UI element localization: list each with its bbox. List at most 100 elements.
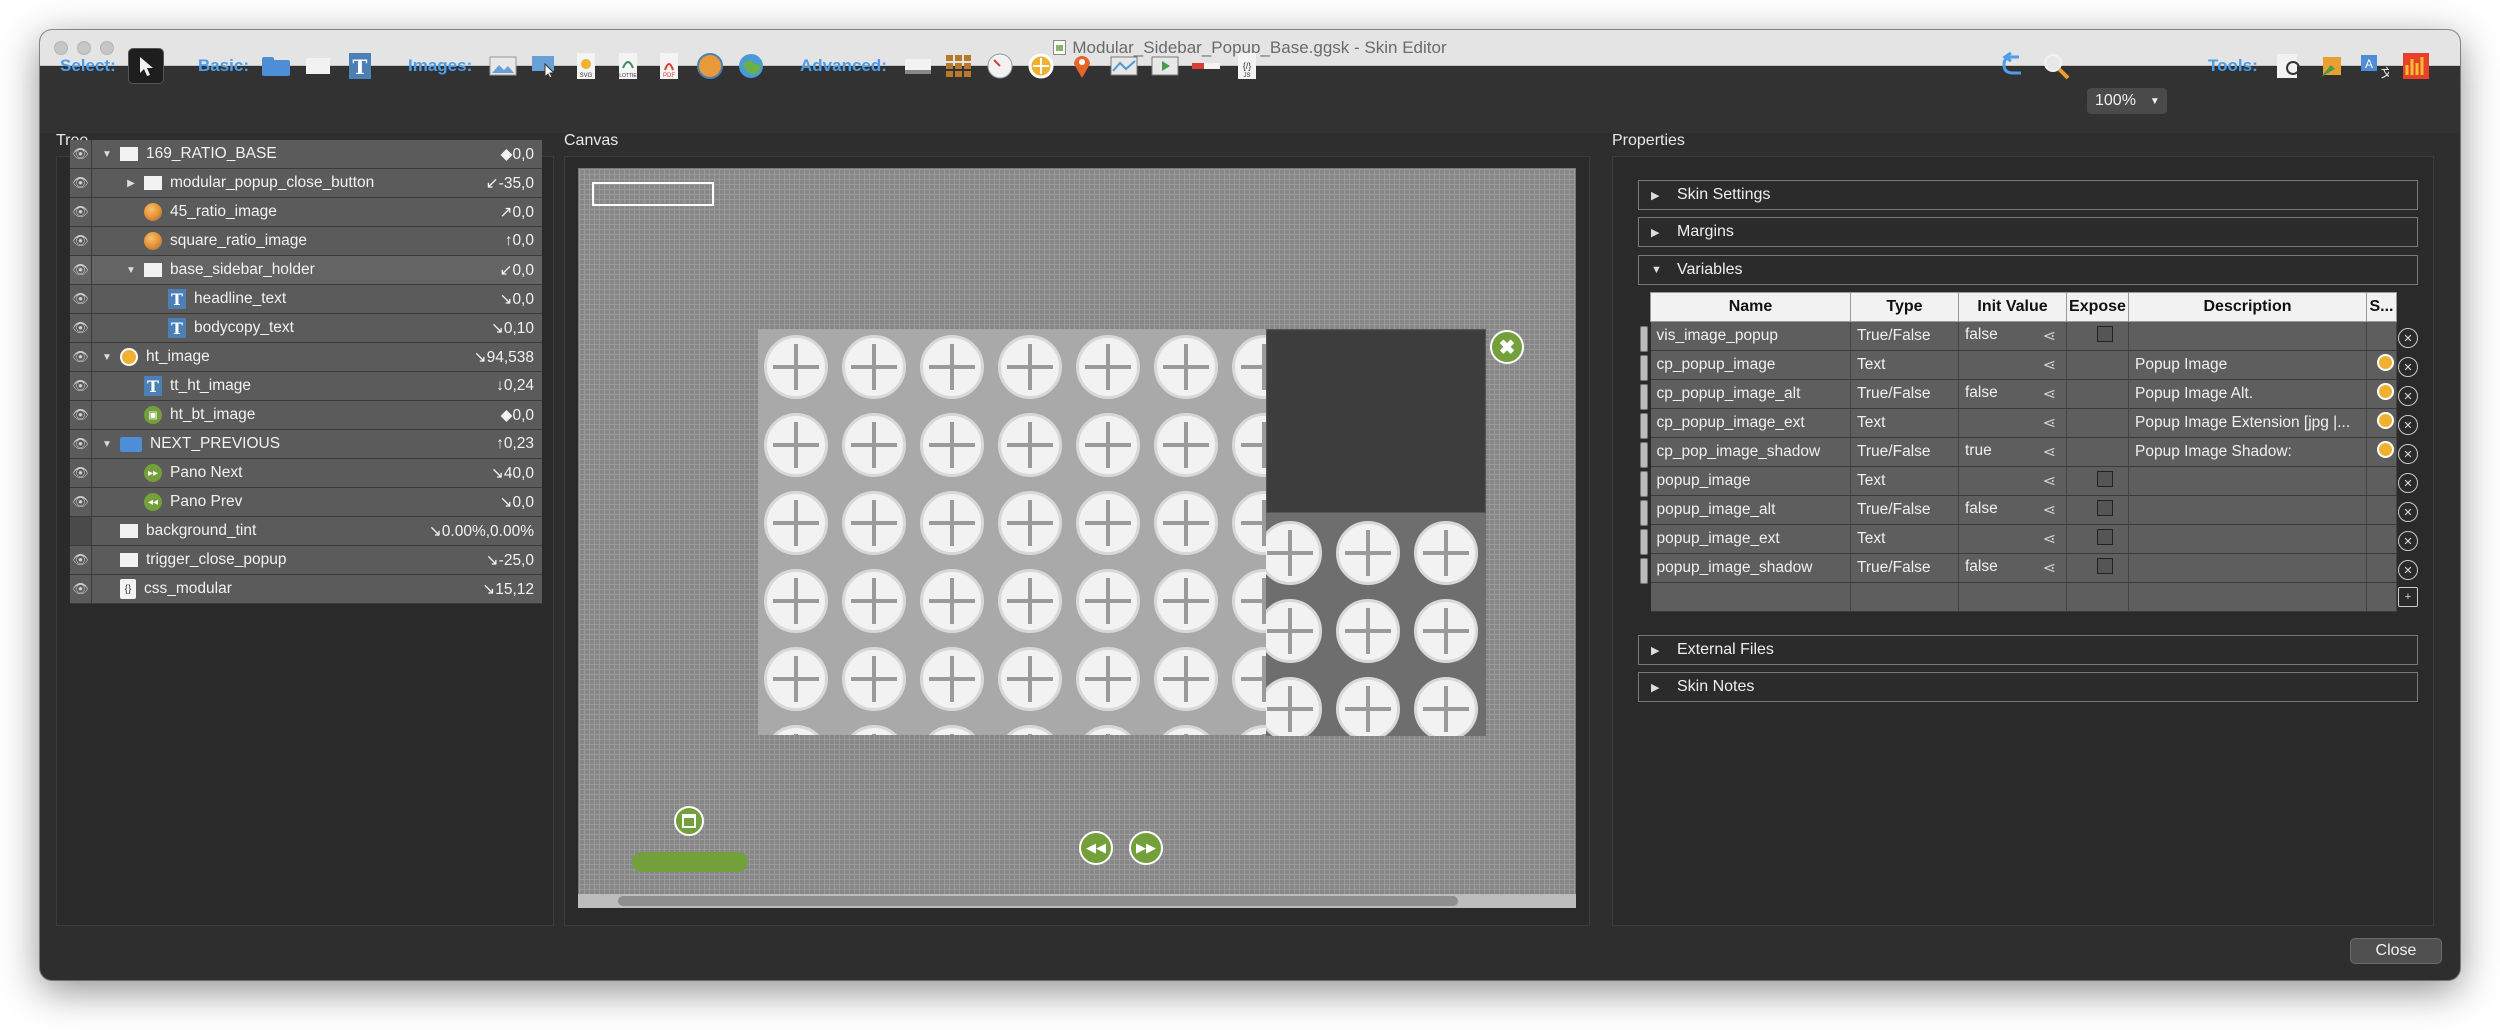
variable-row[interactable]: cp_popup_image Text ⋖ Popup Image [1650, 350, 2397, 380]
add-map-button[interactable] [733, 48, 769, 84]
variable-type-cell[interactable]: Text [1850, 466, 1959, 496]
variable-init-cell[interactable]: false ⋖ [1958, 553, 2067, 583]
variable-row[interactable]: popup_image Text ⋖ [1650, 466, 2397, 496]
tool-search-button[interactable] [2272, 48, 2308, 84]
expose-checkbox[interactable] [2097, 499, 2113, 516]
variable-status-cell[interactable] [2366, 350, 2397, 380]
add-cloner-button[interactable] [900, 48, 936, 84]
variable-type-cell[interactable]: True/False [1850, 321, 1959, 351]
share-icon[interactable]: ⋖ [2043, 355, 2056, 375]
add-lottie-button[interactable]: LOTTIE [610, 48, 646, 84]
eye-icon[interactable]: 👁 [70, 575, 92, 603]
add-grid-button[interactable] [941, 48, 977, 84]
ht-image-label-bar[interactable] [632, 852, 748, 872]
empty-cell[interactable] [1958, 582, 2067, 612]
variable-status-cell[interactable] [2366, 495, 2397, 525]
empty-cell[interactable] [2128, 582, 2367, 612]
variable-row[interactable]: cp_pop_image_shadow True/False true ⋖ Popup … [1650, 437, 2397, 467]
expose-checkbox[interactable] [2097, 528, 2113, 545]
drag-handle[interactable] [1640, 326, 1648, 352]
drag-handle[interactable] [1640, 384, 1648, 410]
column-header[interactable]: S... [2366, 292, 2397, 322]
add-variable-icon[interactable]: + [2398, 587, 2418, 607]
chevron-down-icon[interactable]: ▼ [100, 149, 114, 160]
variable-name-cell[interactable]: popup_image_shadow [1650, 553, 1851, 583]
scrollbar-thumb[interactable] [618, 896, 1458, 906]
variable-description-cell[interactable]: Popup Image Alt. [2128, 379, 2367, 409]
canvas-element-outline[interactable] [592, 182, 714, 206]
variable-type-cell[interactable]: True/False [1850, 553, 1959, 583]
variable-status-cell[interactable] [2366, 524, 2397, 554]
minimize-window-button[interactable] [77, 41, 91, 55]
section-variables[interactable]: ▼ Variables [1638, 255, 2418, 285]
delete-variable-icon[interactable]: ✕ [2398, 473, 2418, 493]
eye-icon[interactable]: 👁 [70, 198, 92, 226]
column-header[interactable]: Type [1850, 292, 1959, 322]
delete-variable-icon[interactable]: ✕ [2398, 357, 2418, 377]
column-header[interactable]: Init Value [1958, 292, 2067, 322]
tree-row[interactable]: 👁 ▼ ht_image ↘94,538 [70, 343, 542, 372]
add-image-button-tool[interactable] [527, 48, 563, 84]
eye-icon[interactable]: 👁 [70, 227, 92, 255]
variable-name-cell[interactable]: cp_popup_image_alt [1650, 379, 1851, 409]
column-header[interactable]: Description [2128, 292, 2367, 322]
drag-handle[interactable] [1640, 355, 1648, 381]
expose-checkbox[interactable] [2097, 325, 2113, 342]
variable-type-cell[interactable]: True/False [1850, 379, 1959, 409]
delete-variable-icon[interactable]: ✕ [2398, 415, 2418, 435]
variable-init-cell[interactable]: ⋖ [1958, 408, 2067, 438]
zoom-tool-button[interactable] [2038, 48, 2074, 84]
expose-checkbox[interactable] [2097, 557, 2113, 574]
share-icon[interactable]: ⋖ [2043, 558, 2056, 578]
variable-expose-cell[interactable] [2066, 321, 2129, 351]
chevron-down-icon[interactable]: ▼ [124, 265, 138, 276]
tree-row[interactable]: 👁 ◂◂ Pano Prev ↘0,0 [70, 488, 542, 517]
variable-row[interactable]: popup_image_shadow True/False false ⋖ [1650, 553, 2397, 583]
select-tool-button[interactable] [128, 48, 164, 84]
eye-icon[interactable]: 👁 [70, 430, 92, 458]
empty-cell[interactable] [2366, 582, 2397, 612]
new-variable-row[interactable] [1650, 582, 2397, 612]
delete-variable-icon[interactable]: ✕ [2398, 328, 2418, 348]
variable-row[interactable]: cp_popup_image_alt True/False false ⋖ Popup … [1650, 379, 2397, 409]
variable-name-cell[interactable]: cp_popup_image_ext [1650, 408, 1851, 438]
variable-expose-cell[interactable] [2066, 408, 2129, 438]
variable-name-cell[interactable]: vis_image_popup [1650, 321, 1851, 351]
zoom-window-button[interactable] [100, 41, 114, 55]
add-hotspot-button[interactable] [1023, 48, 1059, 84]
variable-row[interactable]: popup_image_alt True/False false ⋖ [1650, 495, 2397, 525]
square-ratio-image-preview[interactable] [1266, 513, 1486, 736]
variable-description-cell[interactable]: Popup Image [2128, 350, 2367, 380]
drag-handle[interactable] [1640, 442, 1648, 468]
pano-next-icon[interactable]: ▶▶ [1129, 831, 1163, 865]
share-icon[interactable]: ⋖ [2043, 384, 2056, 404]
variable-init-cell[interactable]: false ⋖ [1958, 321, 2067, 351]
eye-icon[interactable]: 👁 [70, 343, 92, 371]
chevron-right-icon[interactable]: ▶ [124, 178, 138, 189]
add-code-button[interactable]: {/} JS [1229, 48, 1265, 84]
tree-row[interactable]: 👁 Tbodycopy_text ↘0,10 [70, 314, 542, 343]
tree-row[interactable]: 👁 square_ratio_image ↑0,0 [70, 227, 542, 256]
empty-cell[interactable] [1850, 582, 1959, 612]
delete-variable-icon[interactable]: ✕ [2398, 531, 2418, 551]
variable-description-cell[interactable] [2128, 524, 2367, 554]
tree-row[interactable]: 👁 ▶ modular_popup_close_button ↙-35,0 [70, 169, 542, 198]
delete-variable-icon[interactable]: ✕ [2398, 560, 2418, 580]
variable-type-cell[interactable]: True/False [1850, 495, 1959, 525]
variable-name-cell[interactable]: cp_popup_image [1650, 350, 1851, 380]
variable-init-cell[interactable]: ⋖ [1958, 466, 2067, 496]
variable-status-cell[interactable] [2366, 408, 2397, 438]
delete-variable-icon[interactable]: ✕ [2398, 502, 2418, 522]
variable-row[interactable]: vis_image_popup True/False false ⋖ [1650, 321, 2397, 351]
tree-row[interactable]: background_tint ↘0.00%,0.00% [70, 517, 542, 546]
popup-dark-box[interactable] [1266, 329, 1486, 513]
tree-row[interactable]: 👁 Ttt_ht_image ↓0,24 [70, 372, 542, 401]
chevron-down-icon[interactable]: ▼ [100, 352, 114, 363]
section-skin-notes[interactable]: ▶ Skin Notes [1638, 672, 2418, 702]
tool-chart-button[interactable] [2398, 48, 2434, 84]
add-compass-button[interactable] [982, 48, 1018, 84]
variable-type-cell[interactable]: Text [1850, 524, 1959, 554]
eye-icon[interactable]: 👁 [70, 488, 92, 516]
tree-row[interactable]: 👁 ▸▸ Pano Next ↘40,0 [70, 459, 542, 488]
variable-init-cell[interactable]: true ⋖ [1958, 437, 2067, 467]
